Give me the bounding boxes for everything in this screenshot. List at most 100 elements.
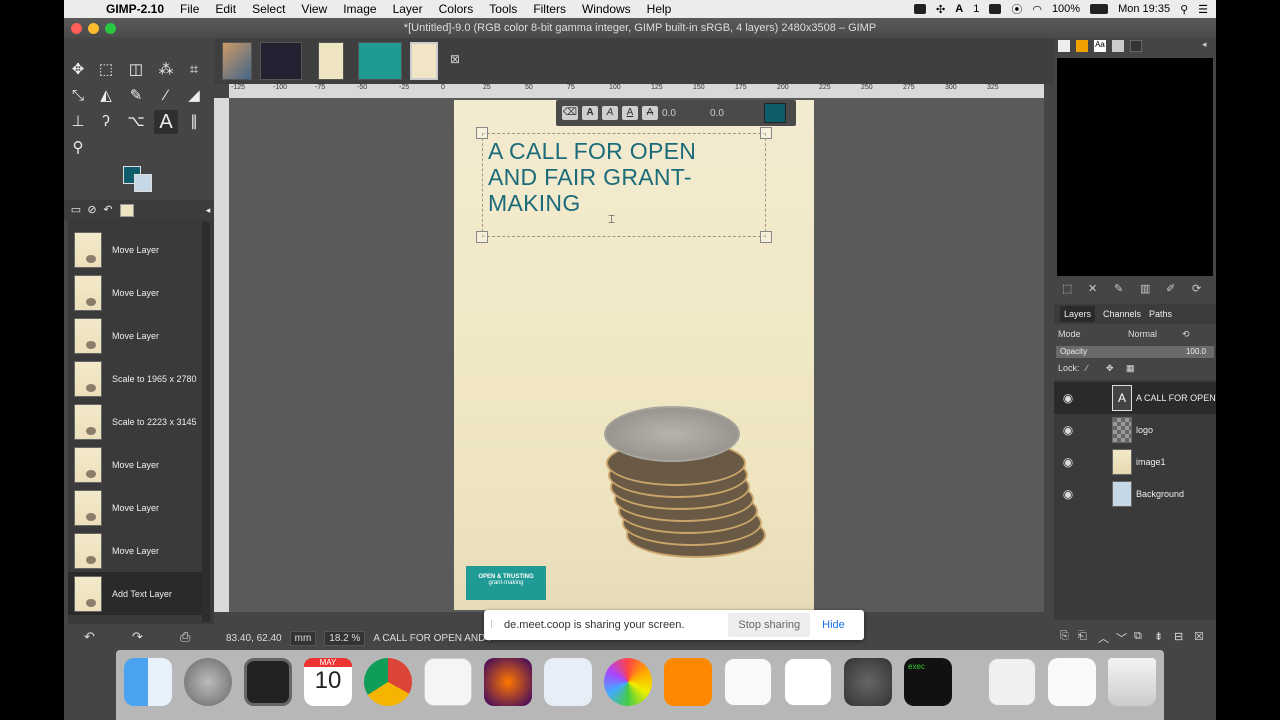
history-item[interactable]: Move Layer [68,529,202,572]
text-color-swatch[interactable] [764,103,786,123]
spotlight-icon[interactable]: ⚲ [1180,3,1188,16]
preview-app-icon[interactable] [544,658,592,706]
folder-stack-icon[interactable] [1048,658,1096,706]
history-scrollbar[interactable] [202,222,210,622]
font-tab-icon[interactable]: Aa [1094,40,1106,52]
brush-tab-icon[interactable] [1058,40,1070,52]
undo-history-tab-icon[interactable]: ↶ [98,200,118,220]
wifi-icon[interactable]: ◠ [1032,3,1042,16]
refresh-icon[interactable]: ⟳ [1192,282,1201,295]
visibility-eye-icon[interactable]: ◉ [1058,423,1078,437]
zoom-tool-icon[interactable]: ⚲ [68,138,88,158]
menu-filters[interactable]: Filters [525,2,574,16]
image-tab-4[interactable] [358,42,402,80]
layer-row[interactable]: ◉ image1 [1054,446,1216,478]
select-icon[interactable]: ⬚ [1062,282,1072,295]
bold-icon[interactable]: A [582,106,598,120]
drag-handle-icon[interactable]: ⁞ [490,619,504,631]
books-icon[interactable] [664,658,712,706]
text-box-handle[interactable] [760,127,772,139]
visibility-eye-icon[interactable]: ◉ [1058,455,1078,469]
textedit-icon[interactable] [724,658,772,706]
history-item[interactable]: Scale to 2223 x 3145 [68,400,202,443]
dropbox-icon[interactable]: ✣ [936,3,945,16]
pattern-tab-icon[interactable] [1076,40,1088,52]
delete-layer-icon[interactable]: ☒ [1194,630,1204,643]
menu-tools[interactable]: Tools [481,2,525,16]
photos-icon[interactable] [604,658,652,706]
menu-view[interactable]: View [293,2,335,16]
close-window-button[interactable] [71,23,82,34]
activity-monitor-icon[interactable] [244,658,292,706]
text-box-handle[interactable] [476,231,488,243]
text-tool-icon[interactable]: A [154,110,178,134]
close-tab-icon[interactable]: ⊠ [450,52,460,66]
crop-tool-icon[interactable]: ⌗ [184,60,204,80]
canvas[interactable]: A CALL FOR OPEN AND FAIR GRANT- MAKING ⌶ [229,98,1044,612]
clone-tool-icon[interactable]: ⊥ [68,112,88,132]
audacity-icon[interactable] [484,658,532,706]
eraser-tool-icon[interactable]: ◢ [184,86,204,106]
lower-layer-icon[interactable]: ﹀ [1116,630,1127,646]
text-box-frame[interactable] [482,133,766,237]
duplicate-icon[interactable]: ▥ [1140,282,1150,295]
lock-pixels-icon[interactable]: ∕ [1086,360,1088,376]
bucket-fill-tool-icon[interactable]: ◭ [96,86,116,106]
merge-layer-icon[interactable]: ⇟ [1154,630,1163,643]
history-item[interactable]: Move Layer [68,443,202,486]
layer-name[interactable]: logo [1136,425,1153,435]
dock-menu-icon[interactable]: ◂ [1202,39,1207,50]
warp-tool-icon[interactable]: ⤡ [68,86,88,106]
terminal-icon[interactable]: exec [904,658,952,706]
unit-select[interactable]: mm [289,630,317,646]
mode-select[interactable]: Normal [1128,326,1157,342]
menu-edit[interactable]: Edit [207,2,244,16]
history-item[interactable]: Add Text Layer [68,572,202,615]
paint-tool-icon[interactable]: ✎ [126,86,146,106]
new-layer-icon[interactable]: ⎘ [1060,630,1069,643]
text-box-handle[interactable] [476,127,488,139]
menu-file[interactable]: File [172,2,207,16]
lock-alpha-icon[interactable]: ▦ [1126,360,1135,376]
menu-image[interactable]: Image [335,2,384,16]
location-icon[interactable]: ⦿ [1011,1,1022,17]
tab-channels[interactable]: Channels [1103,309,1141,319]
zoom-select[interactable]: 18.2 % [324,630,366,646]
clear-style-icon[interactable]: ⌫ [562,106,578,120]
background-color-swatch[interactable] [134,174,152,192]
pencil-tool-icon[interactable]: ∕ [156,86,176,106]
paths-tool-icon[interactable]: ⌥ [126,112,146,132]
image-tab-2[interactable] [260,42,302,80]
kerning-field[interactable]: 0.0 [710,108,754,119]
adobe-icon[interactable]: A [955,3,963,15]
zoom-window-button[interactable] [105,23,116,34]
images-tab-icon[interactable] [120,204,134,217]
redo-icon[interactable]: ↷ [132,629,143,645]
menu-windows[interactable]: Windows [574,2,639,16]
duplicate-layer-icon[interactable]: ⧉ [1134,630,1142,643]
history-item[interactable]: Move Layer [68,486,202,529]
navigation-tab-icon[interactable] [1130,40,1142,52]
undo-icon[interactable]: ↶ [84,629,95,645]
color-picker-tool-icon[interactable]: ∥ [184,112,204,132]
image-tab-active[interactable] [410,42,438,80]
layer-name[interactable]: Background [1136,489,1184,499]
finder-icon[interactable] [124,658,172,706]
tab-paths[interactable]: Paths [1149,309,1172,319]
app-menu[interactable]: GIMP-2.10 [98,2,172,16]
underline-icon[interactable]: A [622,106,638,120]
transform-tool-icon[interactable]: ◫ [126,60,146,80]
image-tab-1[interactable] [222,42,252,80]
trash-icon[interactable] [1108,658,1156,706]
notification-center-icon[interactable]: ☰ [1198,3,1208,16]
brush-icon[interactable]: ✐ [1166,282,1175,295]
visibility-eye-icon[interactable]: ◉ [1058,487,1078,501]
reset-mode-icon[interactable]: ⟲ [1182,326,1190,342]
chrome-icon[interactable] [364,658,412,706]
italic-icon[interactable]: A [602,106,618,120]
history-item[interactable]: Move Layer [68,314,202,357]
calendar-icon[interactable]: MAY 10 [304,658,352,706]
layer-name[interactable]: image1 [1136,457,1166,467]
move-tool-icon[interactable]: ✥ [68,60,88,80]
battery-icon[interactable] [1090,4,1109,14]
